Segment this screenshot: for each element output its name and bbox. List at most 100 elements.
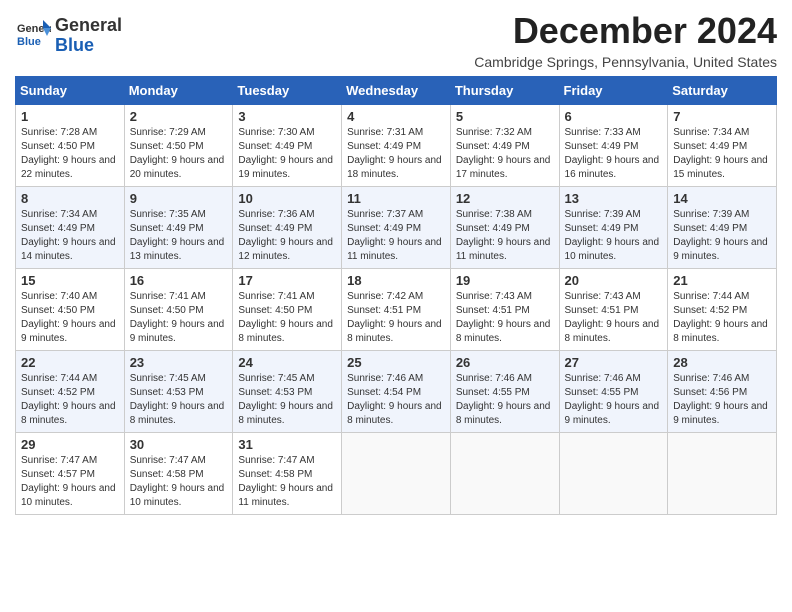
day-number: 1 xyxy=(21,109,119,124)
day-number: 12 xyxy=(456,191,554,206)
calendar-day-cell xyxy=(450,433,559,515)
calendar-day-cell: 24Sunrise: 7:45 AMSunset: 4:53 PMDayligh… xyxy=(233,351,342,433)
day-number: 30 xyxy=(130,437,228,452)
day-info: Sunrise: 7:39 AMSunset: 4:49 PMDaylight:… xyxy=(565,208,663,264)
calendar-day-cell: 22 Sunrise: 7:44 AMSunset: 4:52 PMDayligh… xyxy=(16,351,125,433)
day-number: 22 xyxy=(21,355,119,370)
logo-text: General Blue xyxy=(55,16,122,56)
calendar-week-row: 1 Sunrise: 7:28 AMSunset: 4:50 PMDaylight… xyxy=(16,105,777,187)
logo: General Blue General Blue xyxy=(15,16,122,56)
day-info: Sunrise: 7:44 AMSunset: 4:52 PMDaylight:… xyxy=(673,290,771,346)
day-number: 15 xyxy=(21,273,119,288)
day-number: 18 xyxy=(347,273,445,288)
calendar-day-cell: 8Sunrise: 7:34 AMSunset: 4:49 PMDaylight… xyxy=(16,187,125,269)
calendar-week-row: 22 Sunrise: 7:44 AMSunset: 4:52 PMDayligh… xyxy=(16,351,777,433)
day-info: Sunrise: 7:38 AMSunset: 4:49 PMDaylight:… xyxy=(456,208,554,264)
calendar-day-cell: 25 Sunrise: 7:46 AMSunset: 4:54 PMDayligh… xyxy=(342,351,451,433)
day-number: 4 xyxy=(347,109,445,124)
calendar-day-cell: 5 Sunrise: 7:32 AMSunset: 4:49 PMDaylight… xyxy=(450,105,559,187)
day-number: 11 xyxy=(347,191,445,206)
calendar-day-cell: 2Sunrise: 7:29 AMSunset: 4:50 PMDaylight… xyxy=(124,105,233,187)
logo-blue: Blue xyxy=(55,36,122,56)
calendar-day-cell: 14 Sunrise: 7:39 AMSunset: 4:49 PMDayligh… xyxy=(668,187,777,269)
calendar-day-cell: 31 Sunrise: 7:47 AMSunset: 4:58 PMDayligh… xyxy=(233,433,342,515)
day-number: 2 xyxy=(130,109,228,124)
day-info: Sunrise: 7:28 AMSunset: 4:50 PMDaylight:… xyxy=(21,126,119,182)
day-number: 16 xyxy=(130,273,228,288)
svg-text:Blue: Blue xyxy=(17,36,41,48)
day-info: Sunrise: 7:40 AMSunset: 4:50 PMDaylight:… xyxy=(21,290,119,346)
calendar-day-cell: 28 Sunrise: 7:46 AMSunset: 4:56 PMDayligh… xyxy=(668,351,777,433)
day-number: 7 xyxy=(673,109,771,124)
day-number: 14 xyxy=(673,191,771,206)
calendar-day-cell: 1 Sunrise: 7:28 AMSunset: 4:50 PMDaylight… xyxy=(16,105,125,187)
calendar-day-cell: 23 Sunrise: 7:45 AMSunset: 4:53 PMDayligh… xyxy=(124,351,233,433)
weekday-header-thursday: Thursday xyxy=(450,77,559,105)
weekday-header-saturday: Saturday xyxy=(668,77,777,105)
calendar-day-cell xyxy=(342,433,451,515)
day-number: 9 xyxy=(130,191,228,206)
day-info: Sunrise: 7:43 AMSunset: 4:51 PMDaylight:… xyxy=(565,290,663,346)
day-info: Sunrise: 7:34 AMSunset: 4:49 PMDaylight:… xyxy=(21,208,119,264)
day-info: Sunrise: 7:45 AMSunset: 4:53 PMDaylight:… xyxy=(130,372,228,428)
calendar-day-cell: 19 Sunrise: 7:43 AMSunset: 4:51 PMDayligh… xyxy=(450,269,559,351)
calendar-day-cell: 21Sunrise: 7:44 AMSunset: 4:52 PMDayligh… xyxy=(668,269,777,351)
day-number: 27 xyxy=(565,355,663,370)
day-info: Sunrise: 7:32 AMSunset: 4:49 PMDaylight:… xyxy=(456,126,554,182)
day-info: Sunrise: 7:46 AMSunset: 4:54 PMDaylight:… xyxy=(347,372,445,428)
day-info: Sunrise: 7:35 AMSunset: 4:49 PMDaylight:… xyxy=(130,208,228,264)
day-info: Sunrise: 7:41 AMSunset: 4:50 PMDaylight:… xyxy=(130,290,228,346)
day-info: Sunrise: 7:44 AMSunset: 4:52 PMDaylight:… xyxy=(21,372,119,428)
day-number: 26 xyxy=(456,355,554,370)
weekday-header-friday: Friday xyxy=(559,77,668,105)
day-number: 29 xyxy=(21,437,119,452)
day-number: 17 xyxy=(238,273,336,288)
day-number: 25 xyxy=(347,355,445,370)
day-info: Sunrise: 7:43 AMSunset: 4:51 PMDaylight:… xyxy=(456,290,554,346)
day-info: Sunrise: 7:46 AMSunset: 4:55 PMDaylight:… xyxy=(565,372,663,428)
calendar-day-cell xyxy=(559,433,668,515)
day-info: Sunrise: 7:39 AMSunset: 4:49 PMDaylight:… xyxy=(673,208,771,264)
title-area: December 2024 Cambridge Springs, Pennsyl… xyxy=(474,10,777,70)
calendar-day-cell: 4 Sunrise: 7:31 AMSunset: 4:49 PMDaylight… xyxy=(342,105,451,187)
logo-icon: General Blue xyxy=(15,18,51,54)
weekday-header-wednesday: Wednesday xyxy=(342,77,451,105)
day-info: Sunrise: 7:45 AMSunset: 4:53 PMDaylight:… xyxy=(238,372,336,428)
calendar-day-cell: 18Sunrise: 7:42 AMSunset: 4:51 PMDayligh… xyxy=(342,269,451,351)
calendar-table: SundayMondayTuesdayWednesdayThursdayFrid… xyxy=(15,76,777,515)
day-number: 31 xyxy=(238,437,336,452)
day-number: 20 xyxy=(565,273,663,288)
location: Cambridge Springs, Pennsylvania, United … xyxy=(474,54,777,70)
day-number: 19 xyxy=(456,273,554,288)
calendar-day-cell xyxy=(668,433,777,515)
calendar-day-cell: 16 Sunrise: 7:41 AMSunset: 4:50 PMDayligh… xyxy=(124,269,233,351)
day-info: Sunrise: 7:47 AMSunset: 4:57 PMDaylight:… xyxy=(21,454,119,510)
day-number: 13 xyxy=(565,191,663,206)
day-number: 5 xyxy=(456,109,554,124)
weekday-header-sunday: Sunday xyxy=(16,77,125,105)
page-header: General Blue General Blue December 2024 … xyxy=(15,10,777,70)
calendar-week-row: 15 Sunrise: 7:40 AMSunset: 4:50 PMDayligh… xyxy=(16,269,777,351)
calendar-day-cell: 13 Sunrise: 7:39 AMSunset: 4:49 PMDayligh… xyxy=(559,187,668,269)
day-info: Sunrise: 7:47 AMSunset: 4:58 PMDaylight:… xyxy=(238,454,336,510)
day-number: 28 xyxy=(673,355,771,370)
day-number: 10 xyxy=(238,191,336,206)
day-info: Sunrise: 7:33 AMSunset: 4:49 PMDaylight:… xyxy=(565,126,663,182)
day-number: 23 xyxy=(130,355,228,370)
calendar-day-cell: 20 Sunrise: 7:43 AMSunset: 4:51 PMDayligh… xyxy=(559,269,668,351)
day-number: 6 xyxy=(565,109,663,124)
day-info: Sunrise: 7:37 AMSunset: 4:49 PMDaylight:… xyxy=(347,208,445,264)
calendar-day-cell: 9 Sunrise: 7:35 AMSunset: 4:49 PMDaylight… xyxy=(124,187,233,269)
day-info: Sunrise: 7:46 AMSunset: 4:56 PMDaylight:… xyxy=(673,372,771,428)
weekday-header-tuesday: Tuesday xyxy=(233,77,342,105)
day-info: Sunrise: 7:31 AMSunset: 4:49 PMDaylight:… xyxy=(347,126,445,182)
day-info: Sunrise: 7:36 AMSunset: 4:49 PMDaylight:… xyxy=(238,208,336,264)
calendar-day-cell: 29 Sunrise: 7:47 AMSunset: 4:57 PMDayligh… xyxy=(16,433,125,515)
calendar-day-cell: 3Sunrise: 7:30 AMSunset: 4:49 PMDaylight… xyxy=(233,105,342,187)
day-info: Sunrise: 7:47 AMSunset: 4:58 PMDaylight:… xyxy=(130,454,228,510)
calendar-day-cell: 6 Sunrise: 7:33 AMSunset: 4:49 PMDaylight… xyxy=(559,105,668,187)
calendar-day-cell: 10 Sunrise: 7:36 AMSunset: 4:49 PMDayligh… xyxy=(233,187,342,269)
logo-general: General xyxy=(55,16,122,36)
calendar-week-row: 8Sunrise: 7:34 AMSunset: 4:49 PMDaylight… xyxy=(16,187,777,269)
month-title: December 2024 xyxy=(474,10,777,52)
